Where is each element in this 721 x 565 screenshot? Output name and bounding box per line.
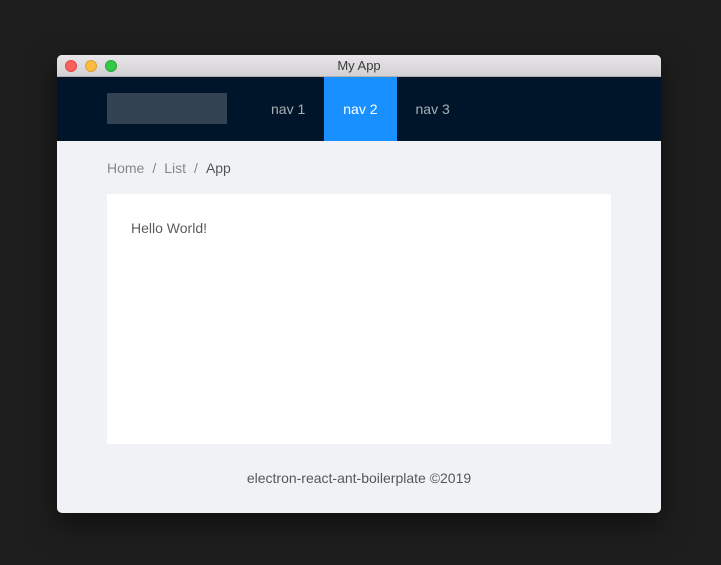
content-text: Hello World!: [131, 220, 207, 236]
footer: electron-react-ant-boilerplate ©2019: [246, 470, 472, 486]
nav-item-1[interactable]: nav 1: [252, 77, 324, 141]
breadcrumb-list[interactable]: List: [164, 160, 186, 176]
breadcrumb-separator: /: [194, 160, 198, 176]
window-title: My App: [337, 58, 381, 73]
top-nav-menu: nav 1 nav 2 nav 3: [252, 77, 469, 141]
app-window: My App nav 1 nav 2 nav 3 Home / List / App H…: [57, 55, 661, 513]
content-panel: Hello World!: [107, 194, 611, 444]
nav-item-2[interactable]: nav 2: [324, 77, 397, 141]
logo-placeholder: [107, 93, 227, 124]
app-header: nav 1 nav 2 nav 3: [57, 77, 661, 141]
breadcrumb-home[interactable]: Home: [107, 160, 144, 176]
breadcrumb: Home / List / App: [107, 160, 231, 176]
title-bar[interactable]: My App: [57, 55, 661, 77]
breadcrumb-app: App: [205, 160, 231, 176]
breadcrumb-separator: /: [152, 160, 157, 176]
nav-item-3[interactable]: nav 3: [397, 77, 469, 141]
